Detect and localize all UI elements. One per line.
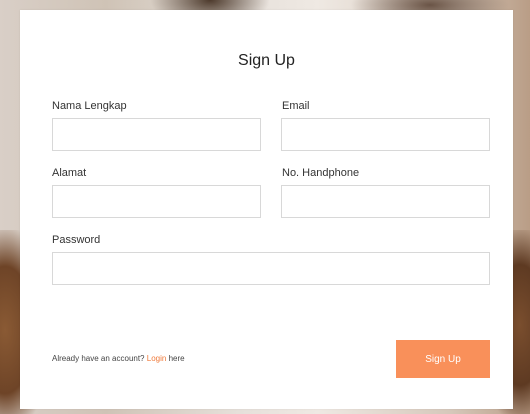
password-label: Password bbox=[52, 234, 101, 246]
email-input[interactable] bbox=[281, 118, 490, 151]
login-prompt-suffix: here bbox=[168, 354, 185, 363]
address-label: Alamat bbox=[52, 167, 87, 179]
login-prompt: Already have an account? Login here bbox=[52, 354, 185, 363]
signup-card: Sign Up Nama Lengkap Email Alamat No. Ha… bbox=[20, 10, 513, 409]
password-input[interactable] bbox=[52, 252, 490, 285]
phone-label: No. Handphone bbox=[282, 167, 360, 179]
phone-input[interactable] bbox=[281, 185, 490, 218]
signup-button[interactable]: Sign Up bbox=[396, 340, 490, 378]
login-link[interactable]: Login bbox=[147, 354, 167, 363]
address-input[interactable] bbox=[52, 185, 261, 218]
full-name-input[interactable] bbox=[52, 118, 261, 151]
login-prompt-prefix: Already have an account? bbox=[52, 354, 145, 363]
form-title: Sign Up bbox=[238, 52, 295, 69]
full-name-label: Nama Lengkap bbox=[52, 100, 127, 112]
email-label: Email bbox=[282, 100, 310, 112]
